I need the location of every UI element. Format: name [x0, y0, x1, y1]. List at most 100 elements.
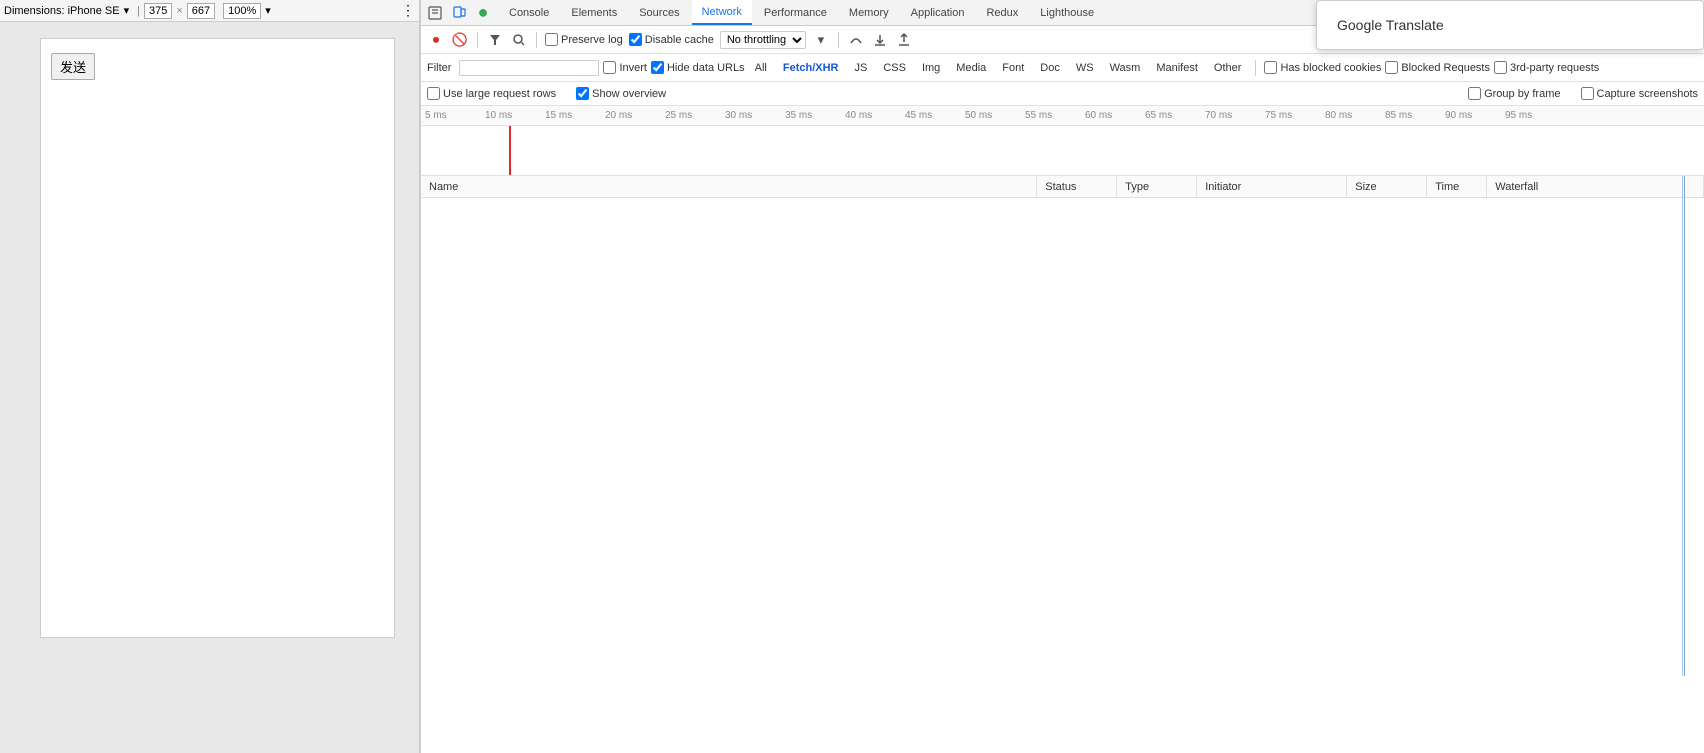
export-har-icon[interactable] [871, 31, 889, 49]
waterfall-line-1 [1682, 176, 1683, 676]
filter-type-media[interactable]: Media [950, 61, 992, 75]
ruler-tick: 55 ms [1021, 110, 1081, 121]
google-translate-popup: Google Translate [1316, 0, 1704, 50]
ruler-tick: 45 ms [901, 110, 961, 121]
device-toolbar: Dimensions: iPhone SE ▾ | 375 × 667 100%… [0, 0, 419, 22]
zoom-select[interactable]: 100% [223, 3, 261, 19]
ruler-tick: 65 ms [1141, 110, 1201, 121]
send-button[interactable]: 发送 [51, 53, 95, 80]
chevron-down-icon-zoom[interactable]: ▾ [265, 4, 271, 17]
hide-data-urls-input[interactable] [651, 61, 664, 74]
th-waterfall[interactable]: Waterfall [1487, 176, 1704, 197]
preserve-log-checkbox[interactable]: Preserve log [545, 33, 623, 46]
filter-type-all[interactable]: All [749, 61, 773, 75]
th-name[interactable]: Name [421, 176, 1037, 197]
ruler-tick: 15 ms [541, 110, 601, 121]
more-options-icon[interactable]: ⋮ [401, 2, 415, 19]
tab-elements[interactable]: Elements [561, 0, 627, 25]
ruler-tick: 50 ms [961, 110, 1021, 121]
disable-cache-input[interactable] [629, 33, 642, 46]
filter-label: Filter [427, 62, 451, 74]
invert-checkbox[interactable]: Invert [603, 61, 647, 74]
filter-type-wasm[interactable]: Wasm [1104, 61, 1147, 75]
timeline-ruler: 5 ms10 ms15 ms20 ms25 ms30 ms35 ms40 ms4… [421, 106, 1704, 126]
invert-input[interactable] [603, 61, 616, 74]
height-input[interactable]: 667 [187, 3, 215, 19]
dot-icon[interactable]: ● [473, 3, 493, 23]
chevron-down-icon[interactable]: ▾ [124, 4, 130, 17]
filter-divider [1255, 60, 1256, 76]
ruler-tick: 85 ms [1381, 110, 1441, 121]
capture-screenshots-checkbox[interactable]: Capture screenshots [1581, 87, 1699, 100]
filter-type-fetchxhr[interactable]: Fetch/XHR [777, 61, 845, 75]
show-overview-input[interactable] [576, 87, 589, 100]
filter-type-img[interactable]: Img [916, 61, 946, 75]
blocked-requests-input[interactable] [1385, 61, 1398, 74]
th-time[interactable]: Time [1427, 176, 1487, 197]
record-button[interactable]: ⏺ [427, 31, 445, 49]
ruler-tick: 90 ms [1441, 110, 1501, 121]
has-blocked-cookies-input[interactable] [1264, 61, 1277, 74]
network-table: Name Status Type Initiator Size Time [421, 176, 1704, 753]
clear-button[interactable]: 🚫 [451, 31, 469, 49]
th-size[interactable]: Size [1347, 176, 1427, 197]
tab-memory[interactable]: Memory [839, 0, 899, 25]
tab-redux[interactable]: Redux [976, 0, 1028, 25]
ruler-tick: 60 ms [1081, 110, 1141, 121]
tab-network[interactable]: Network [692, 0, 752, 25]
th-status[interactable]: Status [1037, 176, 1117, 197]
third-party-requests-checkbox[interactable]: 3rd-party requests [1494, 61, 1599, 74]
filter-type-doc[interactable]: Doc [1034, 61, 1066, 75]
filter-type-other[interactable]: Other [1208, 61, 1248, 75]
ruler-tick: 75 ms [1261, 110, 1321, 121]
disable-cache-checkbox[interactable]: Disable cache [629, 33, 714, 46]
use-large-rows-checkbox[interactable]: Use large request rows [427, 87, 556, 100]
device-toggle-icon[interactable] [449, 3, 469, 23]
filter-row: Filter Invert Hide data URLs All Fetch/X… [421, 54, 1704, 82]
options-row: Use large request rows Show overview Gro… [421, 82, 1704, 106]
search-icon[interactable] [510, 31, 528, 49]
ruler-tick: 30 ms [721, 110, 781, 121]
use-large-rows-input[interactable] [427, 87, 440, 100]
th-type[interactable]: Type [1117, 176, 1197, 197]
network-conditions-icon[interactable] [847, 31, 865, 49]
tab-application[interactable]: Application [901, 0, 975, 25]
group-by-frame-input[interactable] [1468, 87, 1481, 100]
has-blocked-cookies-checkbox[interactable]: Has blocked cookies [1264, 61, 1381, 74]
filter-type-ws[interactable]: WS [1070, 61, 1100, 75]
tab-lighthouse[interactable]: Lighthouse [1030, 0, 1104, 25]
filter-type-js[interactable]: JS [848, 61, 873, 75]
hide-data-urls-checkbox[interactable]: Hide data URLs [651, 61, 745, 74]
filter-type-css[interactable]: CSS [877, 61, 912, 75]
google-translate-title: Google Translate [1337, 17, 1444, 33]
tab-icons: ● [425, 3, 493, 23]
tab-console[interactable]: Console [499, 0, 559, 25]
filter-input[interactable] [459, 60, 599, 76]
th-initiator[interactable]: Initiator [1197, 176, 1347, 197]
page-content: 发送 [40, 38, 395, 638]
group-by-frame-checkbox[interactable]: Group by frame [1468, 87, 1560, 100]
throttle-dropdown-icon[interactable]: ▾ [812, 31, 830, 49]
filter-icon[interactable] [486, 31, 504, 49]
import-har-icon[interactable] [895, 31, 913, 49]
ruler-tick: 95 ms [1501, 110, 1561, 121]
third-party-requests-input[interactable] [1494, 61, 1507, 74]
devtools-panel: ● Console Elements Sources Network Perfo… [420, 0, 1704, 753]
tab-sources[interactable]: Sources [629, 0, 689, 25]
preserve-log-input[interactable] [545, 33, 558, 46]
capture-screenshots-input[interactable] [1581, 87, 1594, 100]
throttle-select[interactable]: No throttling [720, 31, 806, 49]
filter-type-font[interactable]: Font [996, 61, 1030, 75]
tab-performance[interactable]: Performance [754, 0, 837, 25]
blocked-requests-checkbox[interactable]: Blocked Requests [1385, 61, 1490, 74]
show-overview-checkbox[interactable]: Show overview [576, 87, 666, 100]
inspect-icon[interactable] [425, 3, 445, 23]
toolbar-divider-3 [838, 32, 839, 48]
toolbar-divider-2 [536, 32, 537, 48]
filter-type-manifest[interactable]: Manifest [1150, 61, 1204, 75]
ruler-tick: 35 ms [781, 110, 841, 121]
device-name: Dimensions: iPhone SE [4, 5, 120, 17]
ruler-tick: 80 ms [1321, 110, 1381, 121]
ruler-tick: 20 ms [601, 110, 661, 121]
width-input[interactable]: 375 [144, 3, 172, 19]
